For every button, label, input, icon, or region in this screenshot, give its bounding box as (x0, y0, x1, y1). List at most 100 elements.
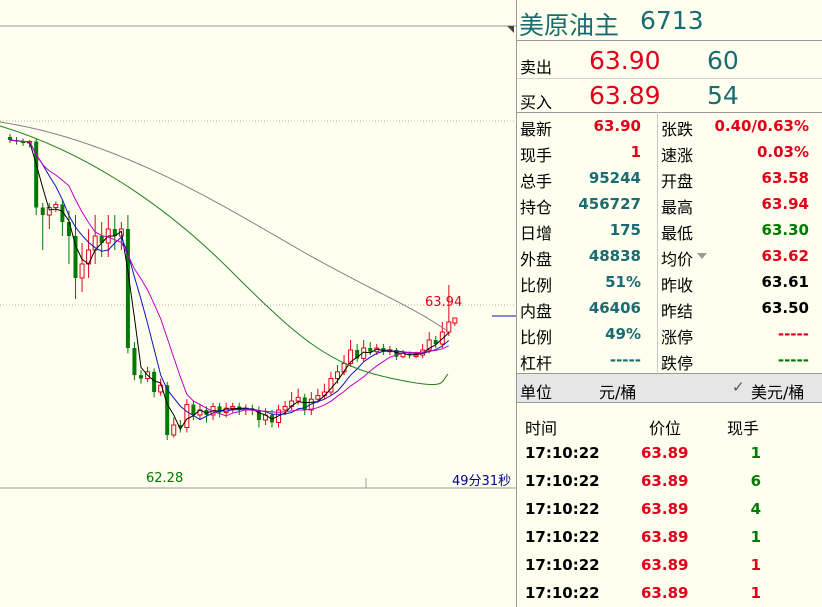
candle-body (315, 395, 321, 400)
candle-body (368, 348, 373, 352)
divider (517, 112, 822, 113)
candle-body (139, 375, 143, 379)
trade-time: 17:10:22 (525, 556, 600, 574)
candle-body (125, 229, 130, 348)
stat-value: 63.61 (761, 273, 809, 291)
ask-price: 63.90 (589, 46, 661, 75)
candle-body (295, 396, 301, 402)
countdown-label: 49分31秒 (452, 474, 512, 489)
candle-body (446, 321, 452, 333)
trade-qty: 1 (750, 584, 761, 602)
ma-line-gray (0, 121, 447, 331)
column-separator (657, 112, 658, 372)
candle-body (452, 317, 458, 324)
stat-value: 63.94 (761, 195, 809, 213)
stat-label: 杠杆 (520, 354, 553, 373)
stat-label: 昨收 (661, 276, 694, 295)
unit-bar: 单位 元/桶 ✓ 美元/桶 (517, 373, 822, 403)
divider (517, 40, 822, 41)
candlestick-chart[interactable]: 63.94 62.28 49分31秒 (0, 0, 516, 607)
candle-body (40, 207, 45, 215)
stat-value: ----- (609, 351, 641, 369)
trade-price: 63.89 (641, 528, 689, 546)
stat-label: 外盘 (520, 250, 553, 269)
instrument-name: 美原油主 (519, 11, 620, 40)
stat-value: 1 (630, 143, 641, 161)
ma-line-green (0, 125, 449, 386)
unit-label: 单位 (520, 383, 553, 402)
candle-body (152, 371, 157, 392)
candle-body (171, 424, 177, 436)
check-icon: ✓ (732, 378, 745, 396)
trade-price: 63.89 (641, 584, 689, 602)
stat-value: 46406 (588, 299, 641, 317)
stat-value: 175 (609, 221, 641, 239)
candle-body (191, 404, 196, 415)
trade-price: 63.89 (641, 556, 689, 574)
ask-label: 卖出 (520, 58, 553, 77)
stat-label: 跌停 (661, 354, 694, 373)
divider (517, 78, 822, 79)
trade-price: 63.89 (641, 472, 689, 490)
candle-body (79, 263, 85, 279)
candle-body (335, 371, 340, 380)
stat-value: 63.50 (761, 299, 809, 317)
stat-label: 持仓 (520, 198, 553, 217)
candle-body (230, 405, 236, 409)
stat-label: 最低 (661, 224, 694, 243)
trade-qty: 1 (750, 444, 761, 462)
trade-time: 17:10:22 (525, 584, 600, 602)
stat-label: 涨停 (661, 328, 694, 347)
trade-time: 17:10:22 (525, 444, 600, 462)
trades-header-price: 价位 (649, 419, 682, 438)
stat-label: 均价 (661, 250, 694, 269)
candle-body (282, 405, 288, 411)
stat-value: 0.40/0.63% (714, 117, 809, 135)
stat-value: 48838 (588, 247, 641, 265)
stat-value: 51% (605, 273, 641, 291)
trade-price: 63.89 (641, 444, 689, 462)
trade-qty: 1 (750, 528, 761, 546)
unit-value[interactable]: 元/桶 (599, 379, 636, 403)
bid-label: 买入 (520, 93, 553, 112)
stat-value: ----- (777, 351, 809, 369)
dropdown-arrow-icon[interactable] (697, 253, 707, 259)
stat-label: 日增 (520, 224, 553, 243)
stat-label: 最高 (661, 198, 694, 217)
bid-price: 63.89 (589, 81, 661, 110)
stat-value: 63.30 (761, 221, 809, 239)
corner-marker-icon (507, 26, 514, 33)
trade-qty: 1 (750, 556, 761, 574)
quote-panel: 美原油主 6713 卖出 63.90 60 买入 63.89 54 单位 元/桶… (507, 0, 822, 607)
trade-price: 63.89 (641, 500, 689, 518)
trade-qty: 6 (750, 472, 761, 490)
bid-volume: 54 (707, 81, 739, 110)
ask-volume: 60 (707, 46, 739, 75)
trade-time: 17:10:22 (525, 500, 600, 518)
chart-low-label: 62.28 (146, 471, 184, 486)
stat-label: 比例 (520, 276, 553, 295)
candle-body (413, 354, 419, 358)
unit-alt-option[interactable]: 美元/桶 (751, 379, 804, 403)
trades-header-qty: 现手 (727, 419, 760, 438)
candle-body (165, 385, 170, 435)
trade-time: 17:10:22 (525, 528, 600, 546)
trade-time: 17:10:22 (525, 472, 600, 490)
trade-qty: 4 (750, 500, 761, 518)
trades-header-time: 时间 (525, 419, 558, 438)
stat-label: 昨结 (661, 302, 694, 321)
candle-body (8, 137, 12, 140)
candle-body (53, 204, 59, 208)
stat-label: 速涨 (661, 146, 694, 165)
candle-body (184, 404, 190, 429)
stat-label: 现手 (520, 146, 553, 165)
stat-label: 张跌 (661, 120, 694, 139)
stat-value: 63.58 (761, 169, 809, 187)
stat-label: 开盘 (661, 172, 694, 191)
stat-value: 0.03% (756, 143, 809, 161)
stat-label: 最新 (520, 120, 553, 139)
panel-title: 美原油主 6713 (507, 0, 822, 42)
stat-value: 456727 (578, 195, 641, 213)
instrument-code: 6713 (640, 6, 704, 35)
stat-label: 总手 (520, 172, 553, 191)
